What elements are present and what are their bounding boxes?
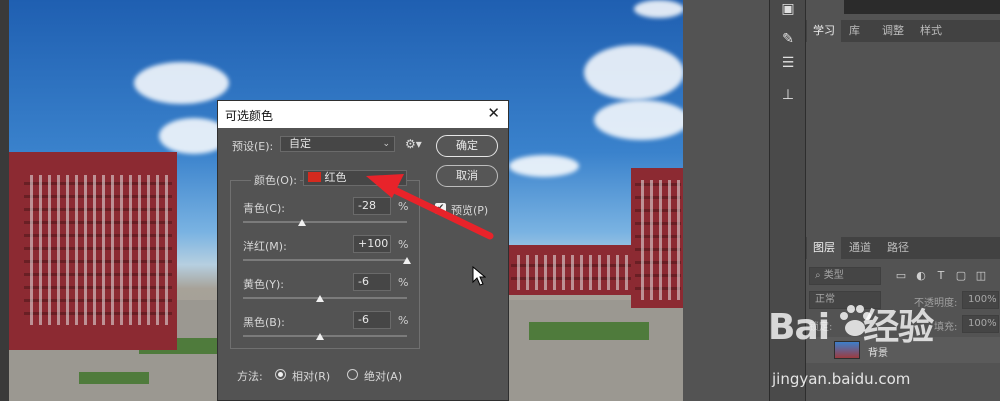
preset-label: 预设(E): <box>232 140 274 153</box>
magenta-slider-thumb[interactable] <box>403 257 411 264</box>
type-filter-icon[interactable]: T <box>934 269 948 283</box>
yellow-unit: % <box>398 276 409 289</box>
black-slider-track[interactable] <box>243 335 407 337</box>
method-relative-label: 相对(R) <box>292 370 331 383</box>
history-icon[interactable]: ▣ <box>778 0 798 18</box>
preset-select[interactable]: 自定 ⌄ <box>280 136 395 152</box>
baidu-jingyan-watermark: Bai 经验 jingyan.baidu.com <box>768 292 1000 401</box>
adjustment-filter-icon[interactable]: ◐ <box>914 269 928 283</box>
selective-color-dialog: 可选颜色 ✕ 预设(E): 自定 ⌄ ⚙▾ 确定 取消 ✔ 预览(P) 颜色(O… <box>217 100 509 401</box>
cloud <box>634 0 683 18</box>
dialog-title: 可选颜色 <box>225 109 274 123</box>
layers-panel-tabbar: 图层 通道 路径 <box>806 237 1000 259</box>
black-input[interactable]: -6 <box>353 311 391 329</box>
cyan-unit: % <box>398 200 409 213</box>
magenta-input[interactable]: +100 <box>353 235 391 253</box>
stamp-icon[interactable]: ⊥ <box>778 86 798 104</box>
ok-button[interactable]: 确定 <box>436 135 498 157</box>
dialog-titlebar[interactable]: 可选颜色 ✕ <box>218 101 508 128</box>
tab-paths[interactable]: 路径 <box>881 237 915 259</box>
top-panel-tabbar: 学习 库 调整 样式 <box>806 20 1000 42</box>
cloud <box>594 100 683 140</box>
tab-channels[interactable]: 通道 <box>843 237 877 259</box>
layer-filter-label: 类型 <box>823 270 844 281</box>
lawn <box>79 372 149 384</box>
chevron-down-icon: ⌄ <box>382 139 390 149</box>
cloud <box>509 155 579 177</box>
black-unit: % <box>398 314 409 327</box>
close-icon[interactable]: ✕ <box>487 104 500 122</box>
brush-icon[interactable]: ✎ <box>778 30 798 48</box>
colors-label: 颜色(O): <box>251 172 300 188</box>
color-swatch <box>308 172 321 182</box>
colors-select[interactable]: 红色 ⌄ <box>303 170 407 186</box>
building-windows <box>511 255 631 290</box>
layer-filter-select[interactable]: ⌕ 类型 <box>809 267 881 285</box>
smart-object-filter-icon[interactable]: ◫ <box>974 269 988 283</box>
tab-learn[interactable]: 学习 <box>807 20 841 42</box>
lawn <box>529 322 649 340</box>
magenta-label: 洋红(M): <box>243 240 287 253</box>
adjustments-icon[interactable]: ☰ <box>778 54 798 72</box>
cloud <box>134 62 229 104</box>
paw-icon <box>840 305 871 336</box>
shape-filter-icon[interactable]: ▢ <box>954 269 968 283</box>
colors-value: 红色 <box>324 171 347 184</box>
cancel-button[interactable]: 取消 <box>436 165 498 187</box>
yellow-input[interactable]: -6 <box>353 273 391 291</box>
preview-checkbox[interactable]: ✔ <box>435 203 446 214</box>
canvas-pasteboard <box>683 0 769 401</box>
method-absolute-label: 绝对(A) <box>364 370 403 383</box>
mouse-cursor <box>472 266 486 286</box>
preview-label: 预览(P) <box>451 204 489 217</box>
yellow-slider-thumb[interactable] <box>316 295 325 302</box>
building-windows <box>635 180 681 300</box>
cyan-input[interactable]: -28 <box>353 197 391 215</box>
magenta-unit: % <box>398 238 409 251</box>
cloud <box>584 45 683 100</box>
method-label: 方法: <box>237 370 263 383</box>
black-label: 黑色(B): <box>243 316 285 329</box>
yellow-label: 黄色(Y): <box>243 278 285 291</box>
tab-styles[interactable]: 样式 <box>914 20 948 42</box>
left-panel-strip <box>0 0 9 401</box>
tab-libraries[interactable]: 库 <box>843 20 866 42</box>
yellow-slider-track[interactable] <box>243 297 407 299</box>
building-windows <box>24 175 172 325</box>
navigator-preview <box>844 0 1000 14</box>
method-absolute-radio[interactable] <box>347 369 358 380</box>
black-slider-thumb[interactable] <box>316 333 325 340</box>
preset-value: 自定 <box>289 137 311 150</box>
cyan-slider-thumb[interactable] <box>298 219 307 226</box>
cyan-slider-track[interactable] <box>243 221 407 223</box>
cyan-label: 青色(C): <box>243 202 285 215</box>
image-filter-icon[interactable]: ▭ <box>894 269 908 283</box>
tab-layers[interactable]: 图层 <box>807 237 841 259</box>
chevron-down-icon: ⌄ <box>394 173 402 183</box>
watermark-url: jingyan.baidu.com <box>772 370 911 388</box>
method-relative-radio[interactable] <box>275 369 286 380</box>
gear-icon[interactable]: ⚙▾ <box>405 137 422 151</box>
magenta-slider-track[interactable] <box>243 259 407 261</box>
tab-adjustments[interactable]: 调整 <box>876 20 910 42</box>
